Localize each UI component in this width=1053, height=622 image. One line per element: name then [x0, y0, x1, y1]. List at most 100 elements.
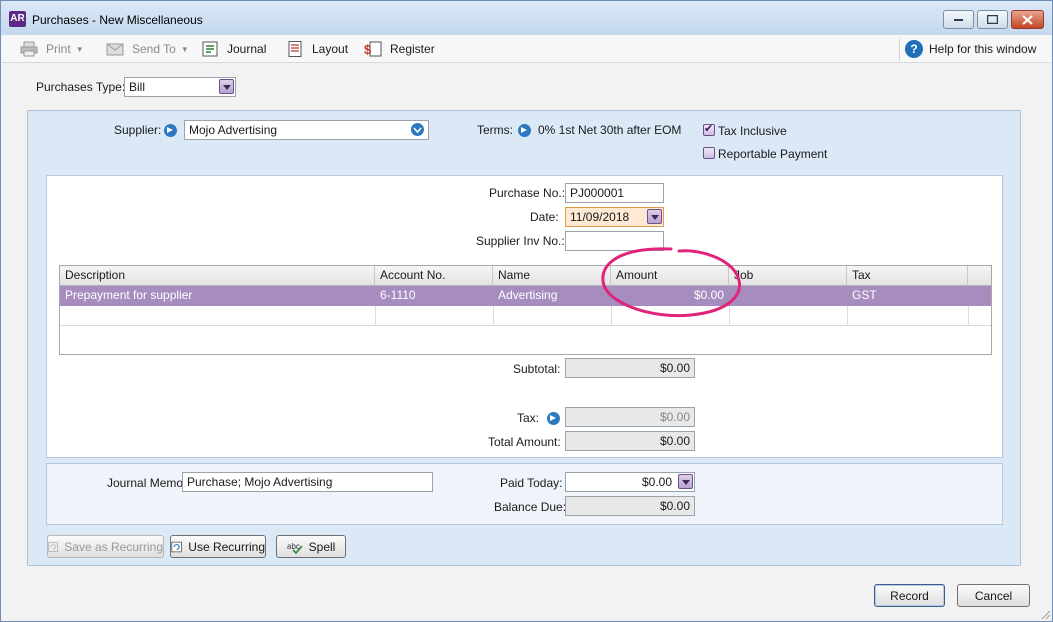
use-recurring-label: Use Recurring [188, 540, 265, 554]
spell-check-icon: abc [287, 540, 303, 554]
tax-value: $0.00 [660, 410, 690, 424]
tax-field: $0.00 [565, 407, 695, 427]
terms-value: 0% 1st Net 30th after EOM [538, 123, 681, 137]
register-icon: $ [364, 41, 382, 57]
resize-grip-icon[interactable] [1039, 608, 1051, 620]
layout-icon [286, 41, 304, 57]
date-label: Date: [530, 210, 559, 224]
journal-memo-label: Journal Memo: [107, 476, 186, 490]
purchase-no-value: PJ000001 [570, 186, 624, 200]
toolbar-divider [899, 39, 900, 61]
cancel-button[interactable]: Cancel [957, 584, 1030, 607]
chevron-down-icon: ▼ [181, 45, 189, 54]
paid-today-field[interactable]: $0.00 [565, 472, 695, 492]
balance-due-label: Balance Due: [494, 500, 566, 514]
use-recurring-button[interactable]: Use Recurring [170, 535, 266, 558]
supplier-value: Mojo Advertising [189, 123, 277, 137]
layout-button[interactable]: Layout [286, 40, 348, 58]
close-button[interactable] [1011, 10, 1044, 29]
total-amount-label: Total Amount: [488, 435, 561, 449]
printer-icon [20, 41, 38, 57]
purchases-type-label: Purchases Type: [36, 80, 125, 94]
register-label: Register [390, 42, 435, 56]
reportable-payment-checkbox[interactable] [703, 147, 715, 159]
tax-detail-arrow-icon[interactable] [547, 412, 560, 425]
chevron-down-icon [411, 123, 424, 136]
minimize-button[interactable] [943, 10, 974, 29]
help-icon: ? [905, 40, 923, 58]
table-row-empty[interactable] [60, 306, 991, 326]
tax-label: Tax: [517, 411, 539, 425]
toolbar: Print ▼ Send To ▼ Journal Layout $ Regis… [2, 35, 1051, 63]
subtotal-label: Subtotal: [513, 362, 560, 376]
supplier-label: Supplier: [114, 123, 161, 137]
cell-description[interactable]: Prepayment for supplier [60, 286, 375, 306]
paid-today-label: Paid Today: [500, 476, 563, 490]
paid-today-value: $0.00 [642, 475, 672, 489]
save-as-recurring-button[interactable]: Save as Recurring [47, 535, 164, 558]
total-amount-field: $0.00 [565, 431, 695, 451]
date-value: 11/09/2018 [570, 210, 629, 224]
table-row[interactable]: Prepayment for supplier 6-1110 Advertisi… [60, 286, 991, 306]
journal-label: Journal [227, 42, 266, 56]
send-to-icon [106, 41, 124, 57]
send-to-button[interactable]: Send To ▼ [106, 40, 189, 58]
supplier-detail-arrow-icon[interactable] [164, 124, 177, 137]
purchase-no-label: Purchase No.: [489, 186, 565, 200]
terms-detail-arrow-icon[interactable] [518, 124, 531, 137]
supplier-inv-label: Supplier Inv No.: [476, 234, 565, 248]
help-label: Help for this window [929, 42, 1036, 56]
purchases-window: AR Purchases - New Miscellaneous Print ▼… [0, 0, 1053, 622]
highlight-circle-annotation [591, 241, 751, 325]
journal-memo-value: Purchase; Mojo Advertising [187, 475, 332, 489]
purchase-no-field[interactable]: PJ000001 [565, 183, 664, 203]
supplier-field[interactable]: Mojo Advertising [184, 120, 429, 140]
save-recurring-icon [48, 540, 58, 554]
print-label: Print [46, 42, 71, 56]
register-button[interactable]: $ Register [364, 40, 435, 58]
chevron-down-icon: ▼ [76, 45, 84, 54]
window-title: Purchases - New Miscellaneous [32, 13, 203, 27]
send-to-label: Send To [132, 42, 176, 56]
cancel-label: Cancel [975, 589, 1012, 603]
date-picker-button[interactable] [647, 209, 662, 224]
svg-text:$: $ [364, 42, 372, 57]
print-button[interactable]: Print ▼ [20, 40, 84, 58]
journal-icon [201, 41, 219, 57]
total-amount-value: $0.00 [660, 434, 690, 448]
paid-today-dropdown-button[interactable] [678, 474, 693, 489]
journal-memo-field[interactable]: Purchase; Mojo Advertising [182, 472, 433, 492]
subtotal-value: $0.00 [660, 361, 690, 375]
maximize-button[interactable] [977, 10, 1008, 29]
maximize-icon [987, 15, 998, 24]
save-as-recurring-label: Save as Recurring [64, 540, 163, 554]
cell-tax[interactable]: GST [847, 286, 968, 306]
close-icon [1022, 15, 1033, 25]
help-button[interactable]: ? Help for this window [905, 40, 1036, 58]
purchases-type-value: Bill [129, 80, 145, 94]
journal-button[interactable]: Journal [201, 40, 266, 58]
record-label: Record [890, 589, 929, 603]
tax-inclusive-checkbox[interactable] [703, 124, 715, 136]
balance-due-value: $0.00 [660, 499, 690, 513]
table-header: Description Account No. Name Amount Job … [60, 266, 991, 286]
column-header-description[interactable]: Description [60, 266, 375, 286]
use-recurring-icon [171, 540, 182, 554]
subtotal-field: $0.00 [565, 358, 695, 378]
balance-due-field: $0.00 [565, 496, 695, 516]
terms-label: Terms: [477, 123, 513, 137]
purchases-type-dropdown-button[interactable] [219, 79, 234, 94]
supplier-dropdown-button[interactable] [411, 123, 424, 136]
title-bar: AR Purchases - New Miscellaneous [1, 1, 1052, 35]
reportable-payment-label: Reportable Payment [718, 147, 827, 161]
line-items-table: Description Account No. Name Amount Job … [59, 265, 992, 355]
tax-inclusive-label: Tax Inclusive [718, 124, 787, 138]
layout-label: Layout [312, 42, 348, 56]
app-logo-icon: AR [9, 11, 26, 27]
cell-account[interactable]: 6-1110 [375, 286, 493, 306]
spell-label: Spell [309, 540, 336, 554]
spell-button[interactable]: abc Spell [276, 535, 346, 558]
record-button[interactable]: Record [874, 584, 945, 607]
column-header-account[interactable]: Account No. [375, 266, 493, 286]
column-header-tax[interactable]: Tax [847, 266, 968, 286]
